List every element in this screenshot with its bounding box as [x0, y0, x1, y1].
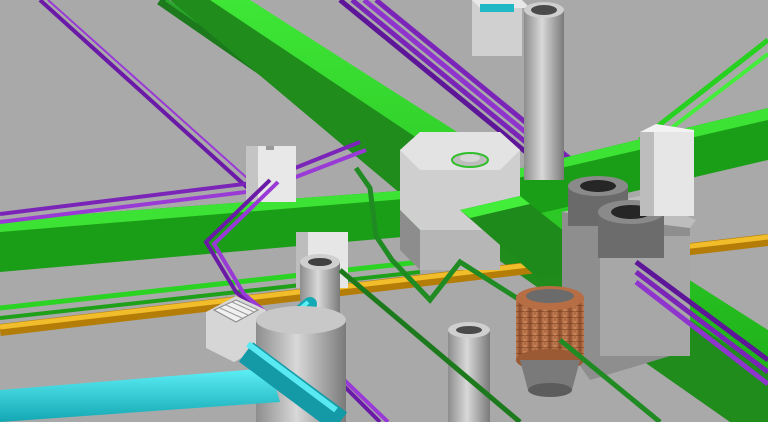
transformer-coil[interactable] — [516, 286, 584, 397]
top-valve-housing[interactable] — [472, 0, 530, 56]
vertical-pipe-bottom-center[interactable] — [448, 322, 490, 422]
model-viewport[interactable] — [0, 0, 768, 422]
junction-box-right[interactable] — [640, 124, 694, 216]
scene-canvas[interactable] — [0, 0, 768, 422]
vertical-pipe-top[interactable] — [524, 2, 564, 180]
